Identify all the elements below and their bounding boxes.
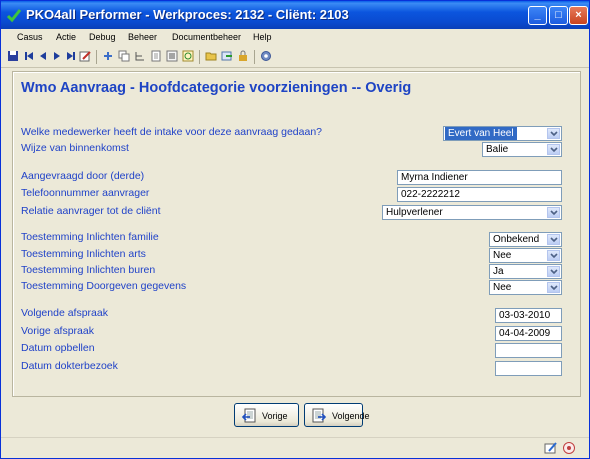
arts-label: Toestemming Inlichten arts — [21, 248, 146, 260]
first-record-icon[interactable] — [23, 50, 35, 62]
binnenkomst-select[interactable]: Balie — [482, 142, 562, 157]
telefoon-input[interactable]: 022-2222212 — [397, 187, 562, 202]
volgende-afspraak-input[interactable]: 03-03-2010 — [495, 308, 562, 323]
copy-icon[interactable] — [118, 50, 130, 62]
relatie-value: Hulpverlener — [386, 207, 443, 218]
relatie-label: Relatie aanvrager tot de cliënt — [21, 205, 161, 217]
vorige-button-label: Vorige — [262, 411, 288, 421]
doorgeven-value: Nee — [493, 282, 512, 293]
close-button[interactable]: × — [569, 6, 588, 25]
telefoon-label: Telefoonnummer aanvrager — [21, 187, 150, 199]
datum-opbellen-label: Datum opbellen — [21, 342, 95, 354]
menu-actie[interactable]: Actie — [56, 32, 76, 42]
doorgeven-select[interactable]: Nee — [489, 280, 562, 295]
tree-icon[interactable] — [134, 50, 146, 62]
chevron-down-icon[interactable] — [547, 266, 560, 277]
intake-select[interactable]: Evert van Heel — [443, 126, 562, 141]
title-bar[interactable]: PKO4all Performer - Werkproces: 2132 - C… — [1, 1, 589, 29]
intake-label: Welke medewerker heeft de intake voor de… — [21, 126, 322, 138]
familie-value: Onbekend — [493, 234, 540, 245]
menu-documentbeheer[interactable]: Documentbeheer — [172, 32, 241, 42]
edit-status-icon[interactable] — [544, 441, 558, 455]
volgende-afspraak-label: Volgende afspraak — [21, 307, 108, 319]
chevron-down-icon[interactable] — [547, 207, 560, 218]
settings-icon[interactable] — [260, 50, 272, 62]
aangevraagd-input[interactable]: Myrna Indiener — [397, 170, 562, 185]
app-icon — [6, 9, 22, 23]
menu-bar: Casus Actie Debug Beheer Documentbeheer … — [1, 29, 589, 47]
chevron-down-icon[interactable] — [547, 144, 560, 155]
previous-record-icon[interactable] — [37, 50, 49, 62]
volgende-button[interactable]: Volgende — [304, 403, 370, 427]
arts-value: Nee — [493, 250, 512, 261]
doorgeven-label: Toestemming Doorgeven gegevens — [21, 280, 187, 292]
arts-select[interactable]: Nee — [489, 248, 562, 263]
vorige-afspraak-input[interactable]: 04-04-2009 — [495, 326, 562, 341]
save-icon[interactable] — [7, 50, 19, 62]
toolbar-separator — [254, 50, 255, 64]
datum-dokterbezoek-label: Datum dokterbezoek — [21, 360, 118, 372]
volgende-button-label: Volgende — [332, 411, 370, 421]
lock-icon[interactable] — [237, 50, 249, 62]
buren-label: Toestemming Inlichten buren — [21, 264, 156, 276]
binnenkomst-label: Wijze van binnenkomst — [21, 142, 129, 154]
folder-icon[interactable] — [205, 50, 217, 62]
chevron-down-icon[interactable] — [547, 234, 560, 245]
menu-beheer[interactable]: Beheer — [128, 32, 157, 42]
window-title: PKO4all Performer - Werkproces: 2132 - C… — [26, 7, 349, 22]
menu-help[interactable]: Help — [253, 32, 272, 42]
next-record-icon[interactable] — [51, 50, 63, 62]
binnenkomst-value: Balie — [486, 144, 509, 155]
next-arrow-icon — [312, 408, 327, 423]
buren-select[interactable]: Ja — [489, 264, 562, 279]
menu-casus[interactable]: Casus — [17, 32, 43, 42]
maximize-button[interactable]: □ — [549, 6, 568, 25]
refresh-icon[interactable] — [182, 50, 194, 62]
chevron-down-icon[interactable] — [547, 282, 560, 293]
last-record-icon[interactable] — [65, 50, 77, 62]
familie-select[interactable]: Onbekend — [489, 232, 562, 247]
vorige-button[interactable]: Vorige — [234, 403, 299, 427]
menu-debug[interactable]: Debug — [89, 32, 116, 42]
toolbar-separator — [199, 50, 200, 64]
datum-dokterbezoek-input[interactable] — [495, 361, 562, 376]
familie-label: Toestemming Inlichten familie — [21, 231, 159, 243]
toolbar — [1, 47, 589, 68]
edit-icon[interactable] — [79, 50, 91, 62]
relatie-select[interactable]: Hulpverlener — [382, 205, 562, 220]
export-icon[interactable] — [221, 50, 233, 62]
aangevraagd-label: Aangevraagd door (derde) — [21, 170, 145, 182]
previous-arrow-icon — [241, 408, 256, 423]
datum-opbellen-input[interactable] — [495, 343, 562, 358]
toolbar-separator — [96, 50, 97, 64]
status-bar — [1, 437, 589, 458]
chevron-down-icon[interactable] — [547, 250, 560, 261]
app-window: PKO4all Performer - Werkproces: 2132 - C… — [0, 0, 590, 459]
list-icon[interactable] — [166, 50, 178, 62]
buren-value: Ja — [493, 266, 504, 277]
help-status-icon[interactable] — [562, 441, 576, 455]
vorige-afspraak-label: Vorige afspraak — [21, 325, 94, 337]
document-icon[interactable] — [150, 50, 162, 62]
add-icon[interactable] — [102, 50, 114, 62]
page-title: Wmo Aanvraag - Hoofdcategorie voorzienin… — [21, 80, 412, 96]
minimize-button[interactable]: _ — [528, 6, 547, 25]
intake-value: Evert van Heel — [445, 127, 517, 140]
chevron-down-icon[interactable] — [547, 128, 560, 139]
